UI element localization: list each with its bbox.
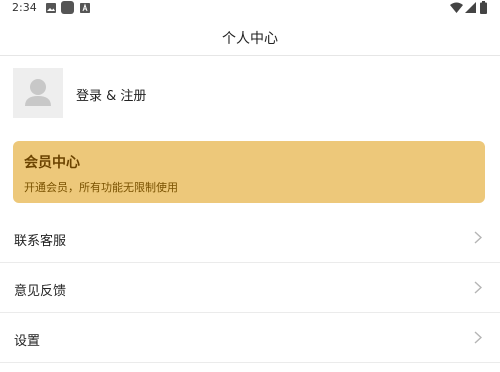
vip-description: 开通会员，所有功能无限制使用 <box>24 181 178 194</box>
wifi-icon <box>450 2 463 13</box>
status-time: 2:34 <box>12 1 37 14</box>
a-icon <box>80 3 90 13</box>
chevron-right-icon <box>474 281 482 294</box>
menu-item-settings[interactable]: 设置 <box>0 313 500 363</box>
status-bar: 2:34 <box>0 0 500 18</box>
signal-icon <box>465 2 476 13</box>
battery-icon <box>480 1 487 14</box>
menu-item-feedback[interactable]: 意见反馈 <box>0 263 500 313</box>
menu-item-label: 联系客服 <box>14 234 67 249</box>
login-register-link[interactable]: 登录 & 注册 <box>76 85 146 104</box>
menu-list: 联系客服 意见反馈 设置 <box>0 213 500 363</box>
chevron-right-icon <box>474 331 482 344</box>
menu-item-label: 设置 <box>14 334 41 349</box>
chevron-right-icon <box>474 231 482 244</box>
vip-title: 会员中心 <box>24 155 80 171</box>
menu-item-contact-support[interactable]: 联系客服 <box>0 213 500 263</box>
app-icon <box>61 1 74 14</box>
page-title: 个人中心 <box>222 31 278 47</box>
menu-item-label: 意见反馈 <box>14 284 67 299</box>
user-avatar-icon <box>25 79 51 106</box>
image-icon <box>46 3 56 13</box>
vip-center-card[interactable]: 会员中心 开通会员，所有功能无限制使用 <box>13 141 485 203</box>
avatar[interactable] <box>13 68 63 118</box>
app-bar: 个人中心 <box>0 18 500 56</box>
profile-login-row[interactable]: 登录 & 注册 <box>13 68 483 118</box>
